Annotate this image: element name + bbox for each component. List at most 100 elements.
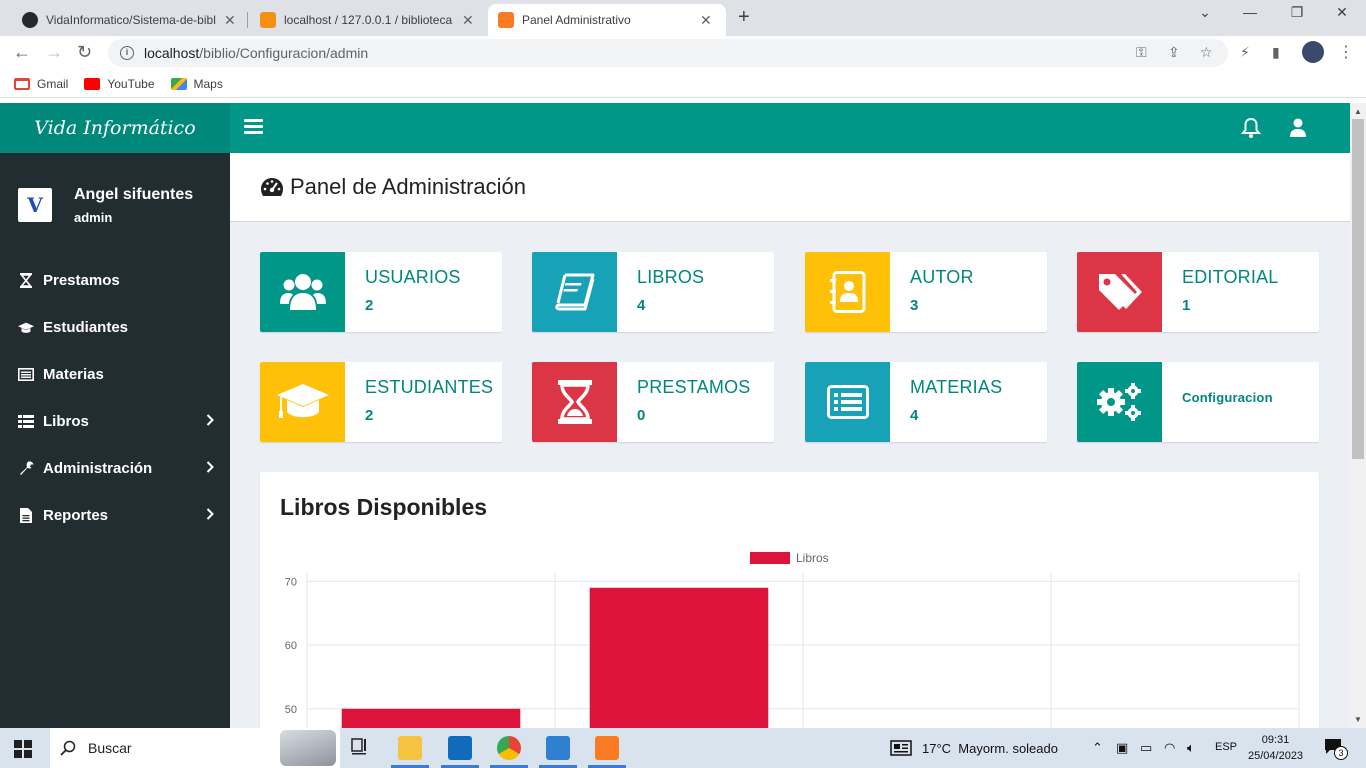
xampp-icon[interactable] [595,736,619,760]
taskbar-search-input[interactable]: Buscar [50,728,340,768]
card-configuracion[interactable]: Configuracion [1077,362,1319,442]
card-usuarios[interactable]: USUARIOS 2 [260,252,502,332]
chart-panel: Libros Disponibles 50 60 70 Libros [260,472,1319,728]
chevron-right-icon [206,414,214,426]
reload-icon[interactable]: ↻ [77,42,92,63]
card-label: AUTOR [910,267,974,287]
y-tick-label: 60 [285,640,297,652]
chart-bar [341,708,521,728]
scroll-down-icon[interactable]: ▼ [1354,715,1362,724]
share-icon[interactable]: ⇪ [1168,44,1180,61]
close-icon[interactable]: ✕ [700,12,712,29]
brand-logo[interactable]: Vida Informático [0,103,230,153]
card-libros[interactable]: LIBROS 4 [532,252,774,332]
sidebar-item-administracion[interactable]: Administración [0,445,230,492]
mail-icon[interactable] [448,736,472,760]
browser-menu-icon[interactable]: ⋮ [1338,42,1354,62]
browser-tab-github[interactable]: VidaInformatico/Sistema-de-bibl ✕ [12,4,246,36]
sidebar-item-libros[interactable]: Libros [0,398,230,445]
tab-search-icon[interactable]: ⌄ [1185,4,1225,21]
browser-tab-phpmyadmin[interactable]: localhost / 127.0.0.1 / biblioteca | ✕ [250,4,484,36]
new-tab-button[interactable]: + [738,6,750,29]
battery-icon[interactable]: ▭ [1140,740,1152,756]
card-label: PRESTAMOS [637,377,751,397]
notification-center-icon[interactable]: 3 [1324,738,1348,760]
user-logo: V [18,188,52,222]
forward-icon[interactable]: → [45,42,63,63]
bookmark-youtube[interactable]: YouTube [84,77,155,91]
card-materias[interactable]: MATERIAS 4 [805,362,1047,442]
card-editorial[interactable]: EDITORIAL 1 [1077,252,1319,332]
wifi-icon[interactable]: ◠ [1164,740,1175,756]
scrollbar-thumb[interactable] [1352,119,1364,459]
site-info-icon[interactable]: i [120,46,134,60]
chevron-right-icon [206,508,214,520]
card-value: 4 [637,297,646,314]
sidebar-item-materias[interactable]: Materias [0,351,230,398]
card-label: ESTUDIANTES [365,377,494,397]
bookmark-gmail[interactable]: Gmail [14,77,68,91]
back-icon[interactable]: ← [13,42,31,63]
card-value: 4 [910,407,919,424]
weather-widget[interactable]: 17°C Mayorm. soleado [890,740,1058,756]
file-explorer-icon[interactable] [398,736,422,760]
chevron-right-icon [206,461,214,473]
tab-title: localhost / 127.0.0.1 / biblioteca | [284,13,456,27]
extension-icon[interactable]: ⚡ [1240,44,1250,61]
window-close-button[interactable]: ✕ [1322,4,1362,21]
sidebar-item-label: Estudiantes [43,319,129,336]
url-input[interactable]: i localhost/biblio/Configuracion/admin [108,39,1228,67]
graduation-cap-icon [260,362,345,442]
book-icon [532,252,617,332]
star-icon[interactable]: ☆ [1200,44,1213,61]
tray-app-icon[interactable]: ▣ [1116,740,1128,756]
windows-start-icon[interactable] [14,740,32,758]
url-host: localhost [144,45,200,61]
bookmark-maps[interactable]: Maps [170,77,223,91]
windows-taskbar: Buscar 17°C Mayorm. soleado ⌃ ▣ ▭ ◠ 🔈︎ E… [0,728,1366,768]
minimize-button[interactable]: — [1230,4,1270,20]
restore-button[interactable]: ❐ [1277,4,1317,21]
close-icon[interactable]: ✕ [224,12,236,29]
scroll-up-icon[interactable]: ▲ [1354,107,1362,116]
sidebar-item-estudiantes[interactable]: Estudiantes [0,304,230,351]
sidebar-item-label: Administración [43,460,153,477]
notification-count: 3 [1334,746,1348,760]
volume-icon[interactable]: 🔈︎ [1187,740,1195,756]
hamburger-menu-icon[interactable] [244,119,263,135]
clock-date: 25/04/2023 [1248,750,1304,762]
bar-chart: 50 60 70 Libros [285,551,1300,728]
card-estudiantes[interactable]: ESTUDIANTES 2 [260,362,502,442]
bookmarks-bar: Gmail YouTube Maps [0,70,1366,98]
y-tick-label: 70 [285,576,297,588]
card-label: MATERIAS [910,377,1003,397]
card-value: 2 [365,407,374,424]
tags-icon [1077,252,1162,332]
profile-avatar[interactable] [1302,41,1324,63]
graduation-cap-icon [18,320,34,336]
language-indicator[interactable]: ESP [1215,741,1237,753]
clock-time: 09:31 [1261,734,1290,746]
browser-tabbar: VidaInformatico/Sistema-de-bibl ✕ localh… [0,0,1366,36]
sidebar-item-prestamos[interactable]: Prestamos [0,257,230,304]
bookmark-label: Gmail [37,76,69,91]
card-value: 2 [365,297,374,314]
tray-chevron-up-icon[interactable]: ⌃ [1092,740,1103,756]
close-icon[interactable]: ✕ [462,12,474,29]
browser-tab-panel[interactable]: Panel Administrativo ✕ [488,4,726,36]
card-autor[interactable]: AUTOR 3 [805,252,1047,332]
side-panel-icon[interactable]: ▮ [1272,44,1280,61]
sidebar: V Angel sifuentes admin Prestamos Estudi… [0,153,230,728]
user-icon[interactable] [1289,118,1307,138]
page-scrollbar[interactable]: ▲ ▼ [1350,103,1366,728]
task-view-icon[interactable] [350,736,374,760]
bell-icon[interactable] [1241,117,1261,139]
chrome-icon[interactable] [497,736,521,760]
search-highlight-image [280,730,336,766]
youtube-icon [84,77,101,90]
sidebar-item-reportes[interactable]: Reportes [0,492,230,539]
card-prestamos[interactable]: PRESTAMOS 0 [532,362,774,442]
key-icon[interactable]: ⚿ [1136,44,1147,61]
taskbar-clock[interactable]: 09:31 25/04/2023 [1248,732,1303,764]
vscode-icon[interactable] [546,736,570,760]
